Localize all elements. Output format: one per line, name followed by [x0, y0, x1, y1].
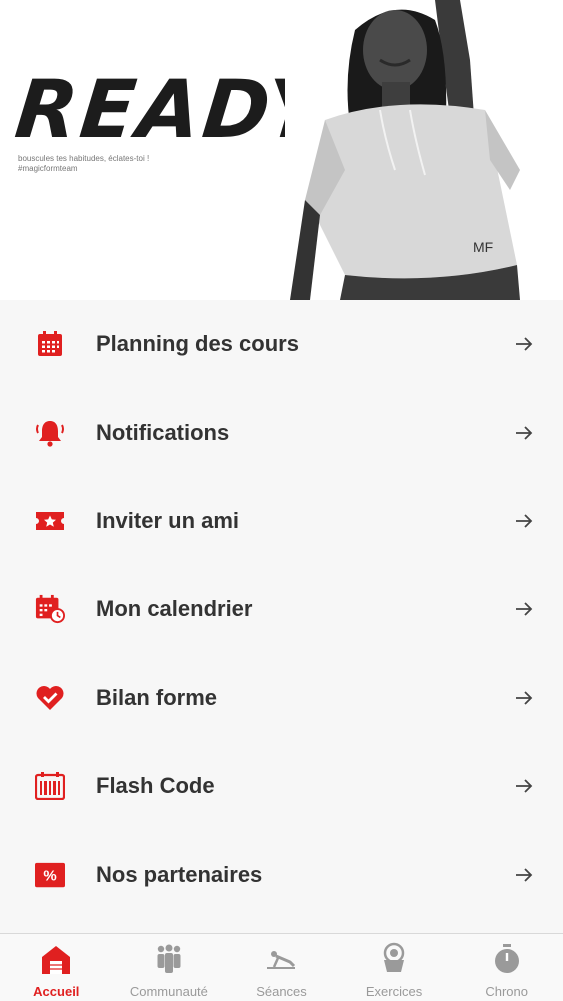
hero-subtitle-line1: bouscules tes habitudes, éclates-toi !	[18, 154, 150, 163]
home-icon	[42, 946, 71, 974]
arrow-right-icon	[516, 602, 533, 616]
community-icon	[157, 944, 181, 973]
menu-item-partenaires[interactable]: % Nos partenaires	[0, 830, 563, 918]
tab-chrono[interactable]: Chrono	[450, 934, 563, 1001]
tab-label: Accueil	[33, 984, 80, 999]
menu-item-bilan[interactable]: Bilan forme	[0, 654, 563, 742]
heart-check-icon	[35, 683, 65, 713]
tab-seances[interactable]: Séances	[225, 934, 338, 1001]
stopwatch-icon	[494, 944, 519, 973]
hero-photo: MF	[285, 0, 563, 300]
arrow-right-icon	[516, 514, 533, 528]
hero-banner: READY bouscules tes habitudes, éclates-t…	[0, 0, 563, 300]
tab-bar: Accueil Communauté Séances Exercices Chr…	[0, 933, 563, 1001]
hero-subtitle: bouscules tes habitudes, éclates-toi ! #…	[18, 154, 149, 174]
tab-label: Séances	[256, 984, 307, 999]
arrow-right-icon	[516, 867, 533, 882]
hero-title: READY	[11, 63, 333, 156]
shirt-logo: MF	[473, 239, 493, 255]
tab-label: Communauté	[129, 984, 208, 999]
arrow-right-icon	[516, 425, 533, 440]
tab-label: Chrono	[485, 984, 528, 999]
tab-accueil[interactable]: Accueil	[0, 934, 113, 1001]
arrow-right-icon	[516, 779, 533, 793]
menu-item-label: Flash Code	[96, 773, 215, 799]
hero-subtitle-line2: #magicformteam	[18, 164, 78, 173]
menu-item-calendar[interactable]: Mon calendrier	[0, 565, 563, 653]
menu-item-label: Bilan forme	[96, 684, 218, 710]
ticket-star-icon	[35, 506, 65, 536]
menu-item-label: Notifications	[96, 419, 230, 445]
sessions-icon	[267, 951, 296, 969]
menu-item-label: Mon calendrier	[96, 596, 253, 622]
percent-tag-icon: %	[35, 860, 65, 890]
menu-item-label: Nos partenaires	[96, 861, 263, 887]
calendar-clock-icon	[35, 594, 65, 624]
arrow-right-icon	[516, 691, 533, 705]
svg-text:%: %	[43, 867, 56, 884]
tab-communaute[interactable]: Communauté	[113, 934, 226, 1001]
menu-item-notifications[interactable]: Notifications	[0, 388, 563, 476]
calendar-grid-icon	[35, 329, 65, 359]
menu-item-label: Planning des cours	[96, 331, 299, 357]
menu-item-planning[interactable]: Planning des cours	[0, 300, 563, 388]
menu-item-invite[interactable]: Inviter un ami	[0, 477, 563, 565]
tab-exercices[interactable]: Exercices	[338, 934, 451, 1001]
exercises-icon	[383, 942, 405, 972]
arrow-right-icon	[516, 337, 533, 351]
tab-label: Exercices	[365, 984, 423, 999]
barcode-icon	[35, 771, 65, 801]
menu-item-flash-code[interactable]: Flash Code	[0, 742, 563, 830]
main-menu: Planning des cours Notifications Inviter…	[0, 300, 563, 933]
menu-item-label: Inviter un ami	[96, 507, 240, 533]
bell-icon	[35, 418, 65, 448]
